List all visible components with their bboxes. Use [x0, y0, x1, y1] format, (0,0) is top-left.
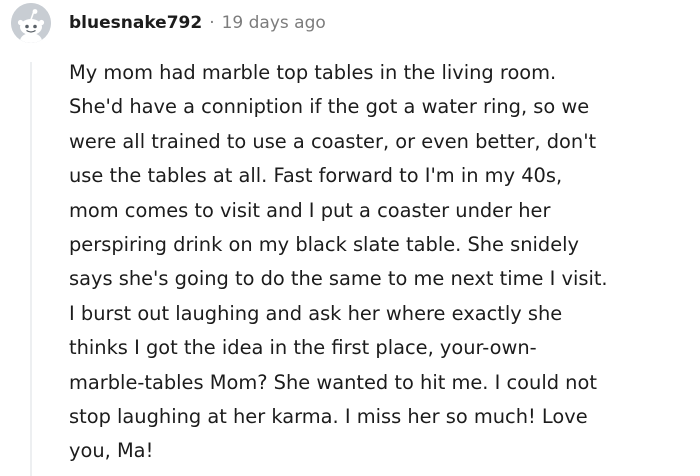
comment-meta: bluesnake792 · 19 days ago — [69, 10, 326, 36]
thread-collapse-line[interactable] — [30, 62, 32, 476]
comment-line: stop laughing at her karma. I miss her s… — [69, 405, 588, 429]
comment-line: use the tables at all. Fast forward to I… — [69, 164, 563, 188]
snoo-avatar-icon — [11, 3, 51, 43]
comment-line: marble-tables Mom? She wanted to hit me.… — [69, 370, 597, 394]
comment: bluesnake792 · 19 days ago My mom had ma… — [0, 0, 700, 476]
comment-line: thinks I got the idea in the first place… — [69, 336, 537, 360]
comment-line: were all trained to use a coaster, or ev… — [69, 129, 597, 153]
username-link[interactable]: bluesnake792 — [69, 13, 202, 33]
avatar[interactable] — [11, 3, 51, 43]
comment-line: She'd have a conniption if the got a wat… — [69, 95, 590, 119]
comment-line: perspiring drink on my black slate table… — [69, 233, 580, 257]
separator-dot: · — [209, 13, 215, 33]
comment-body: My mom had marble top tables in the livi… — [69, 56, 693, 469]
comment-line: you, Ma! — [69, 439, 154, 463]
comment-line: I burst out laughing and ask her where e… — [69, 301, 563, 325]
timestamp-link[interactable]: 19 days ago — [222, 13, 326, 33]
comment-line: says she's going to do the same to me ne… — [69, 267, 608, 291]
comment-line: My mom had marble top tables in the livi… — [69, 61, 557, 84]
comment-line: mom comes to visit and I put a coaster u… — [69, 198, 551, 222]
